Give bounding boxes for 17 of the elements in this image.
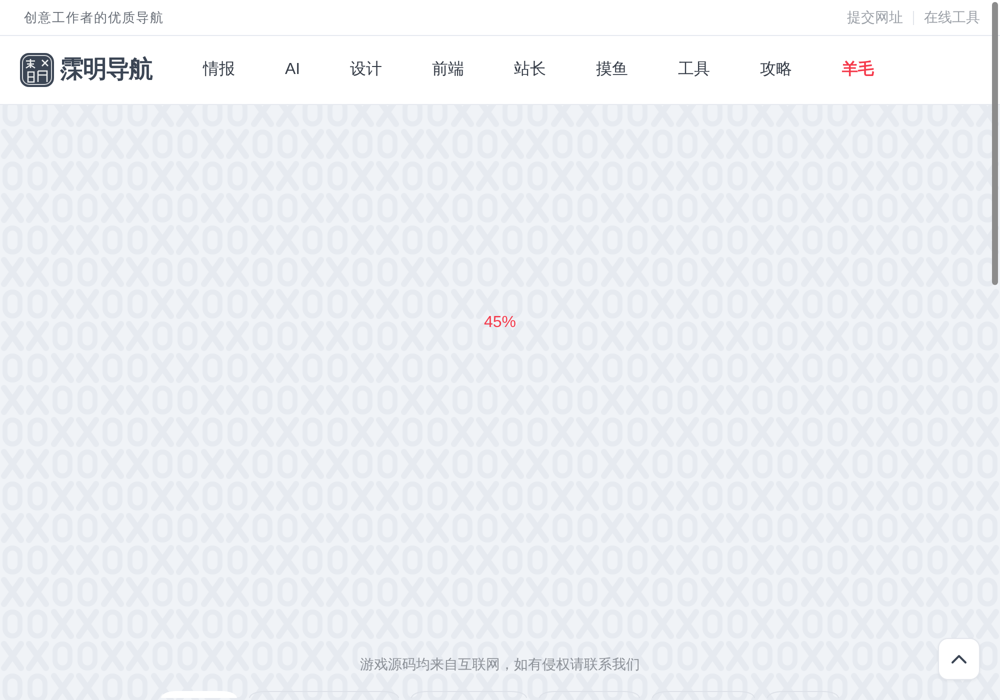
nav-link[interactable]: AI	[260, 59, 326, 81]
logo-icon[interactable]	[20, 53, 54, 87]
nav-link[interactable]: 设计	[325, 59, 408, 81]
footer-notice: 游戏源码均来自互联网，如有侵权请联系我们	[360, 655, 640, 674]
nav-link[interactable]: 前端	[407, 59, 490, 81]
scrollbar-thumb[interactable]	[992, 2, 998, 285]
tagline-text: 创意工作者的优质导航	[24, 8, 164, 27]
back-to-top-button[interactable]	[938, 638, 980, 680]
loading-percent: 45%	[484, 313, 516, 333]
nav-link[interactable]: 摸鱼	[571, 59, 654, 81]
nav-link[interactable]: 攻略	[735, 59, 818, 81]
nav-link[interactable]: 羊毛	[817, 59, 900, 81]
nav-link[interactable]: 站长	[489, 59, 572, 81]
nav-link[interactable]: 情报	[178, 59, 260, 81]
logo-text[interactable]: 霂明导航	[60, 52, 152, 88]
chevron-up-icon	[951, 654, 967, 664]
nav-link[interactable]: 工具	[653, 59, 736, 81]
